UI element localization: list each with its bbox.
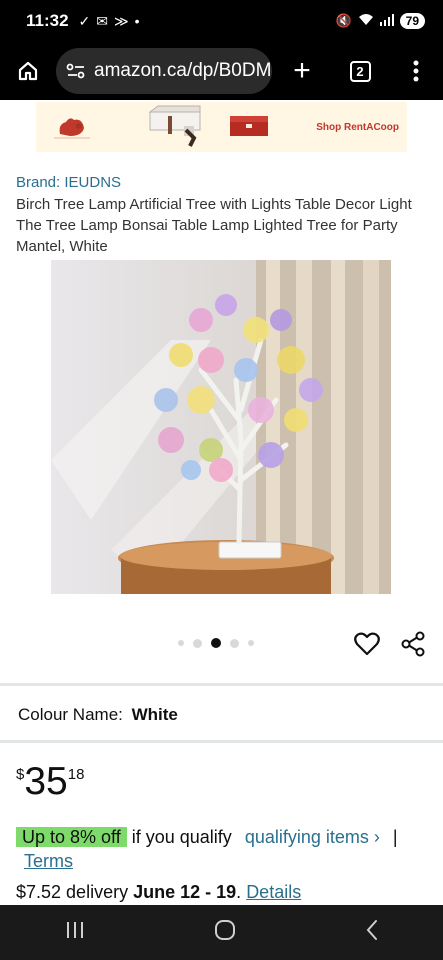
colour-value: White [131, 705, 178, 724]
recent-apps-icon [66, 922, 83, 938]
delivery-info: $7.52 delivery June 12 - 19. Details [16, 882, 301, 903]
ad-brand-text[interactable]: Shop RentACoop [316, 122, 399, 133]
qualifying-items-link[interactable]: qualifying items › [245, 827, 380, 847]
delivery-price: $7.52 delivery [16, 882, 129, 902]
plus-icon: + [293, 54, 311, 87]
carousel-dot-active[interactable] [211, 638, 221, 648]
qualify-text: if you qualify [131, 827, 232, 847]
signal-icon [379, 13, 394, 29]
terms-link[interactable]: Terms [24, 851, 73, 871]
tab-switcher-button[interactable]: 2 [332, 60, 388, 82]
colour-selector[interactable]: Colour Name: White [18, 705, 178, 725]
price-whole: 35 [24, 760, 68, 803]
mail-icon: ✉ [96, 12, 109, 29]
carousel-dot[interactable] [178, 640, 184, 646]
home-button[interactable] [0, 60, 56, 82]
mute-icon: 🔇 [335, 13, 352, 28]
home-circle-icon [214, 920, 235, 940]
home-icon [18, 61, 38, 81]
recent-apps-button[interactable] [65, 921, 85, 944]
cast-icon: ≫ [114, 12, 129, 29]
back-nav-button[interactable] [365, 919, 379, 946]
home-nav-button[interactable] [214, 919, 236, 946]
offer-separator: | [392, 827, 398, 847]
browser-toolbar: amazon.ca/dp/B0DM + 2 [0, 42, 443, 100]
product-title: Birch Tree Lamp Artificial Tree with Lig… [16, 196, 412, 255]
address-bar[interactable]: amazon.ca/dp/B0DM [56, 48, 272, 94]
coop-product-image [148, 105, 201, 147]
wifi-icon [358, 13, 374, 29]
url-text[interactable]: amazon.ca/dp/B0DM [94, 60, 271, 82]
colour-label: Colour Name: [18, 705, 123, 724]
price: $ 35 18 [16, 762, 84, 802]
discount-badge: Up to 8% off [16, 827, 127, 847]
share-icon [401, 631, 425, 657]
system-nav-bar [0, 905, 443, 960]
more-vert-icon [413, 60, 418, 82]
divider [0, 683, 443, 686]
ad-banner[interactable]: Shop RentACoop [36, 102, 407, 152]
share-button[interactable] [400, 631, 426, 662]
tab-count: 2 [349, 60, 371, 82]
delivery-date: June 12 - 19 [133, 882, 237, 902]
status-bar: 11:32 ✓ ✉ ≫ • 🔇 79 [0, 0, 443, 42]
price-fraction: 18 [67, 766, 85, 783]
site-settings-icon[interactable] [66, 63, 86, 79]
brand-link[interactable]: Brand: IEUDNS [16, 174, 121, 191]
heart-icon [354, 632, 380, 656]
battery-indicator: 79 [399, 13, 425, 29]
back-icon [366, 920, 377, 940]
delivery-period: . [236, 882, 242, 902]
notification-dot-icon: • [134, 13, 140, 29]
new-tab-button[interactable]: + [272, 54, 332, 88]
product-image[interactable] [51, 260, 391, 594]
carousel-dot[interactable] [230, 638, 239, 648]
chicken-logo-image [54, 118, 90, 139]
status-time: 11:32 [26, 11, 69, 30]
delivery-details-link[interactable]: Details [246, 882, 301, 902]
download-check-icon: ✓ [78, 12, 91, 29]
divider [0, 740, 443, 743]
wishlist-button[interactable] [354, 632, 380, 661]
storage-box-image [230, 116, 268, 136]
carousel-dot[interactable] [248, 640, 254, 646]
browser-menu-button[interactable] [388, 60, 443, 82]
price-symbol: $ [16, 766, 25, 783]
offer-row: Up to 8% off if you qualify qualifying i… [16, 825, 436, 873]
carousel-dot[interactable] [193, 638, 202, 648]
image-carousel-dots[interactable] [178, 638, 254, 648]
